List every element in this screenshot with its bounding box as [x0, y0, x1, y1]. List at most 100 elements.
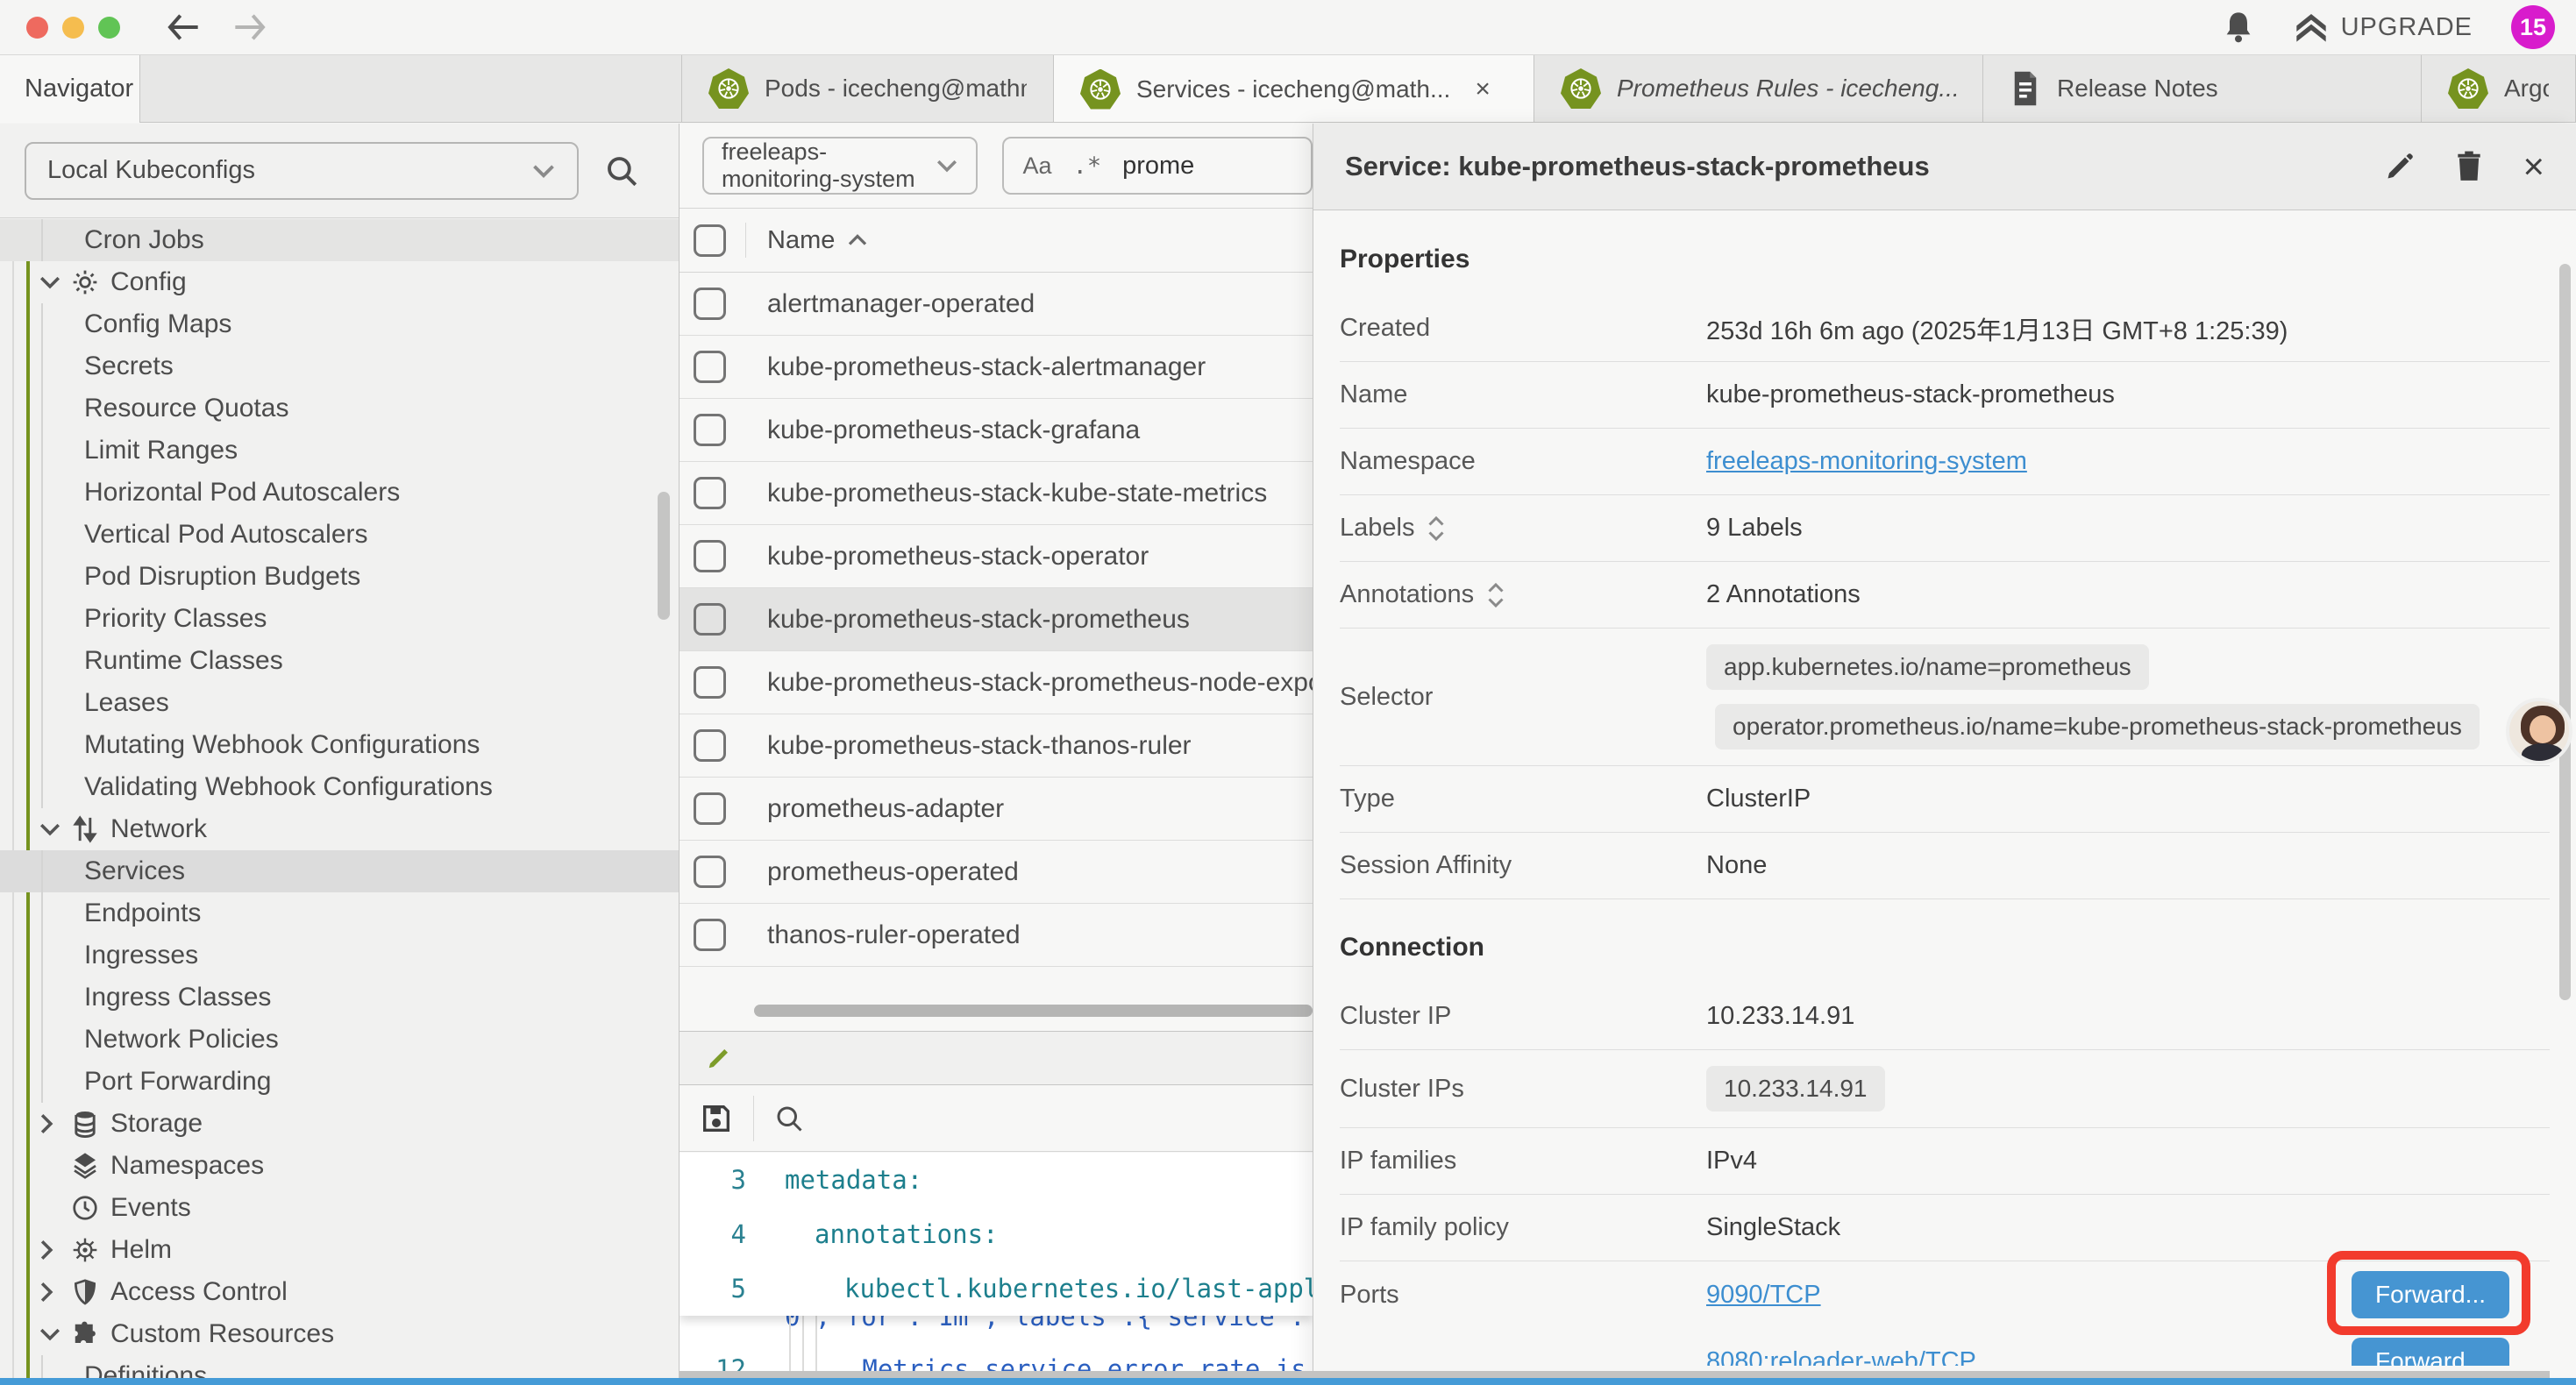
table-row[interactable]: kube-prometheus-stack-thanos-ruler — [680, 714, 1313, 778]
chevron-down-icon[interactable] — [39, 821, 65, 837]
chevron-down-icon[interactable] — [39, 1326, 65, 1342]
row-checkbox[interactable] — [694, 288, 726, 320]
row-checkbox[interactable] — [694, 919, 726, 951]
sidebar-item-resource-quotas[interactable]: Resource Quotas — [0, 387, 679, 430]
close-tab-icon[interactable]: × — [1475, 75, 1491, 104]
table-row[interactable]: thanos-ruler-operated — [680, 904, 1313, 967]
expand-collapse-icon[interactable] — [1486, 582, 1505, 608]
sidebar-item-validating-webhook-configurations[interactable]: Validating Webhook Configurations — [0, 766, 679, 808]
sidebar-item-config[interactable]: Config — [0, 261, 679, 303]
sidebar-item-ingresses[interactable]: Ingresses — [0, 934, 679, 977]
sidebar-item-events[interactable]: Events — [0, 1187, 679, 1229]
table-row[interactable]: alertmanager-operated — [680, 273, 1313, 336]
close-window-button[interactable] — [26, 17, 48, 39]
sidebar-item-services[interactable]: Services — [0, 850, 679, 892]
navigator-panel-tab[interactable]: Navigator — [0, 55, 140, 123]
delete-icon[interactable] — [2454, 150, 2484, 183]
forward-button[interactable]: Forward... — [2352, 1338, 2509, 1366]
table-row[interactable]: kube-prometheus-stack-prometheus-node-ex… — [680, 651, 1313, 714]
back-icon[interactable] — [166, 12, 201, 42]
table-row[interactable]: prometheus-operated — [680, 841, 1313, 904]
table-row[interactable]: prometheus-adapter — [680, 778, 1313, 841]
sidebar-item-network-policies[interactable]: Network Policies — [0, 1019, 679, 1061]
row-checkbox[interactable] — [694, 414, 726, 446]
sidebar-item-mutating-webhook-configurations[interactable]: Mutating Webhook Configurations — [0, 724, 679, 766]
forward-icon[interactable] — [232, 12, 267, 42]
sidebar-item-port-forwarding[interactable]: Port Forwarding — [0, 1061, 679, 1103]
sidebar-search-icon[interactable] — [603, 153, 640, 189]
row-checkbox[interactable] — [694, 540, 726, 572]
resource-search-input[interactable]: Aa .* prome — [1002, 137, 1313, 195]
row-checkbox[interactable] — [694, 477, 726, 509]
editor-tab-next-partial[interactable] — [680, 1032, 1313, 1084]
minimize-window-button[interactable] — [62, 17, 84, 39]
table-row[interactable]: kube-prometheus-stack-kube-state-metrics — [680, 462, 1313, 525]
tab-pods-icecheng-mathmas[interactable]: Pods - icecheng@mathmas... — [682, 55, 1054, 122]
sidebar-item-network[interactable]: Network — [0, 808, 679, 850]
sidebar-item-ingress-classes[interactable]: Ingress Classes — [0, 977, 679, 1019]
sidebar-item-definitions[interactable]: Definitions — [0, 1355, 679, 1378]
expand-collapse-icon[interactable] — [1427, 515, 1446, 542]
select-all-checkbox[interactable] — [694, 224, 726, 257]
forward-button[interactable]: Forward... — [2352, 1271, 2509, 1318]
chevron-right-icon[interactable] — [39, 1281, 65, 1303]
namespace-filter-select[interactable]: freeleaps-monitoring-system — [702, 137, 978, 195]
row-checkbox[interactable] — [694, 856, 726, 888]
kubernetes-icon — [708, 68, 749, 109]
close-icon[interactable]: × — [2523, 148, 2544, 185]
sidebar-item-storage[interactable]: Storage — [0, 1103, 679, 1145]
sidebar-item-namespaces[interactable]: Namespaces — [0, 1145, 679, 1187]
sidebar-item-vertical-pod-autoscalers[interactable]: Vertical Pod Autoscalers — [0, 514, 679, 556]
table-row[interactable]: kube-prometheus-stack-alertmanager — [680, 336, 1313, 399]
sidebar-item-helm[interactable]: Helm — [0, 1229, 679, 1271]
regex-toggle[interactable]: .* — [1073, 153, 1102, 180]
namespace-link[interactable]: freeleaps-monitoring-system — [1706, 447, 2027, 475]
row-checkbox[interactable] — [694, 603, 726, 636]
sidebar-item-custom-resources[interactable]: Custom Resources — [0, 1313, 679, 1355]
sidebar-item-leases[interactable]: Leases — [0, 682, 679, 724]
row-checkbox[interactable] — [694, 351, 726, 383]
user-avatar[interactable] — [2506, 698, 2572, 764]
sidebar-item-access-control[interactable]: Access Control — [0, 1271, 679, 1313]
sidebar-item-pod-disruption-budgets[interactable]: Pod Disruption Budgets — [0, 556, 679, 598]
sidebar-item-endpoints[interactable]: Endpoints — [0, 892, 679, 934]
sidebar-item-secrets[interactable]: Secrets — [0, 345, 679, 387]
table-row[interactable]: kube-prometheus-stack-operator — [680, 525, 1313, 588]
sidebar-item-config-maps[interactable]: Config Maps — [0, 303, 679, 345]
kubeconfig-select[interactable]: Local Kubeconfigs — [25, 142, 579, 200]
tab-services-icecheng-math[interactable]: Services - icecheng@math...× — [1054, 55, 1534, 122]
sidebar-item-cron-jobs[interactable]: Cron Jobs — [0, 219, 679, 261]
upgrade-button[interactable]: UPGRADE — [2294, 11, 2473, 44]
edit-icon[interactable] — [2384, 151, 2416, 182]
sort-ascending-icon[interactable] — [847, 233, 868, 247]
tab-argo-se[interactable]: Argo Se — [2422, 55, 2576, 122]
port-link[interactable]: 8080:reloader-web/TCP — [1706, 1347, 1976, 1367]
zoom-window-button[interactable] — [98, 17, 120, 39]
row-checkbox[interactable] — [694, 729, 726, 762]
table-row[interactable]: kube-prometheus-stack-grafana — [680, 399, 1313, 462]
tab-release-notes[interactable]: Release Notes — [1983, 55, 2422, 122]
sidebar-item-label: Network Policies — [84, 1025, 279, 1055]
sidebar-item-priority-classes[interactable]: Priority Classes — [0, 598, 679, 640]
row-checkbox[interactable] — [694, 666, 726, 699]
sidebar-item-horizontal-pod-autoscalers[interactable]: Horizontal Pod Autoscalers — [0, 472, 679, 514]
yaml-editor[interactable]: 3metadata:4annotations:5kubectl.kubernet… — [680, 1153, 1313, 1373]
name-column-header[interactable]: Name — [767, 226, 835, 255]
horizontal-scrollbar[interactable] — [754, 1005, 1313, 1017]
detail-scrollbar[interactable] — [2559, 264, 2571, 1000]
chevron-right-icon[interactable] — [39, 1239, 65, 1261]
save-icon[interactable] — [699, 1101, 734, 1136]
bell-icon[interactable] — [2222, 10, 2255, 45]
port-link[interactable]: 9090/TCP — [1706, 1281, 1821, 1310]
sidebar-item-limit-ranges[interactable]: Limit Ranges — [0, 430, 679, 472]
chevron-right-icon[interactable] — [39, 1112, 65, 1135]
row-checkbox[interactable] — [694, 792, 726, 825]
chevron-down-icon[interactable] — [39, 274, 65, 290]
editor-search-icon[interactable] — [773, 1103, 805, 1134]
tab-prometheus-rules-icecheng[interactable]: Prometheus Rules - icecheng... — [1534, 55, 1983, 122]
sidebar-item-runtime-classes[interactable]: Runtime Classes — [0, 640, 679, 682]
notification-count-badge[interactable]: 15 — [2511, 5, 2555, 49]
table-row[interactable]: kube-prometheus-stack-prometheus — [680, 588, 1313, 651]
sidebar-scrollbar[interactable] — [658, 492, 670, 620]
match-case-toggle[interactable]: Aa — [1023, 153, 1052, 180]
